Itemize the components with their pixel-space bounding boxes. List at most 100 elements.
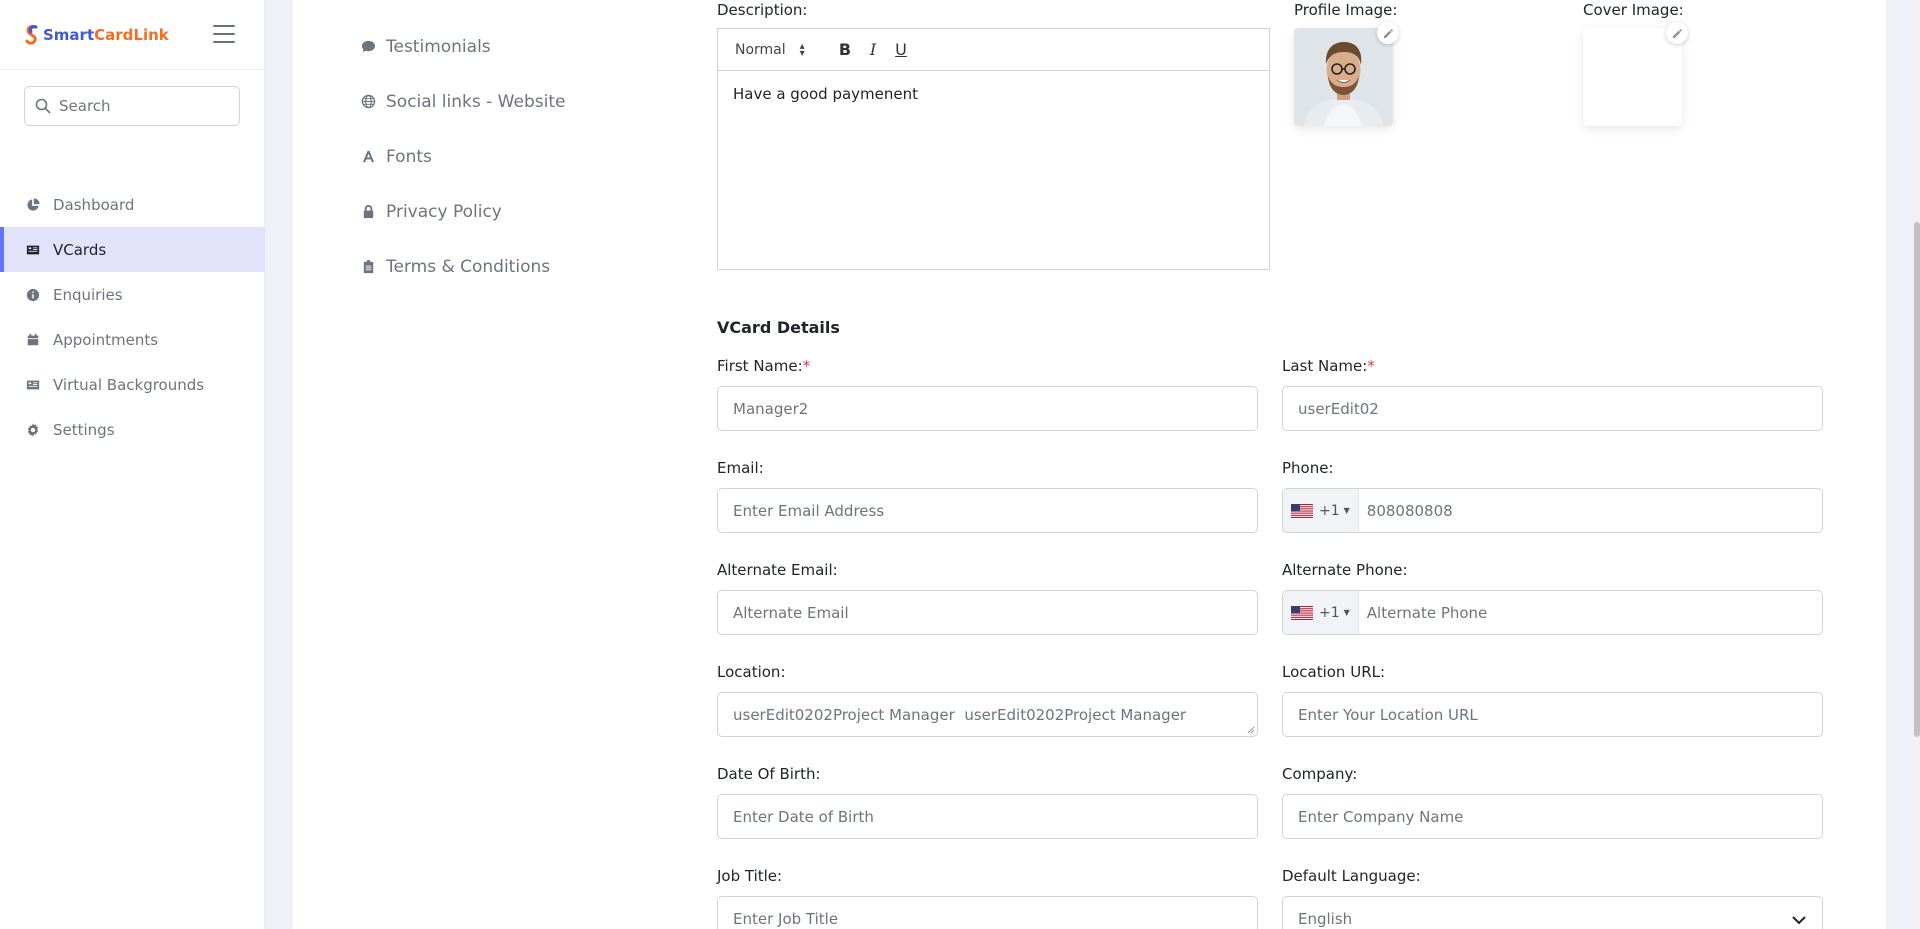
bold-button[interactable]: B bbox=[831, 40, 859, 59]
sidebar-item-enquiries[interactable]: Enquiries bbox=[0, 272, 265, 317]
required-marker: * bbox=[802, 357, 811, 375]
sidebar-item-label: Appointments bbox=[53, 330, 159, 349]
tab-label: Social links - Website bbox=[386, 91, 566, 112]
editor-toolbar: Normal ▴ ▾ B I U bbox=[718, 29, 1269, 71]
vcard-tabs: Testimonials Social links - Website Font… bbox=[361, 19, 565, 294]
profile-image[interactable] bbox=[1294, 22, 1399, 126]
location-label: Location: bbox=[717, 663, 786, 681]
tab-privacy-policy[interactable]: Privacy Policy bbox=[361, 184, 565, 239]
phone-input[interactable]: +1 ▼ 808080808 bbox=[1282, 488, 1823, 533]
description-label: Description: bbox=[717, 1, 808, 19]
app-logo[interactable]: Smart Card Link bbox=[24, 24, 169, 46]
tab-fonts[interactable]: Fonts bbox=[361, 129, 565, 184]
info-icon bbox=[25, 287, 41, 303]
country-code-select[interactable]: +1 ▼ bbox=[1283, 591, 1359, 634]
search-placeholder: Search bbox=[59, 97, 111, 115]
clipboard-icon bbox=[361, 259, 377, 274]
pencil-icon bbox=[1383, 28, 1393, 38]
lock-icon bbox=[361, 204, 377, 219]
edit-cover-image-button[interactable] bbox=[1666, 22, 1688, 44]
section-title: VCard Details bbox=[717, 318, 840, 337]
tab-label: Terms & Conditions bbox=[386, 256, 551, 277]
us-flag-icon bbox=[1291, 503, 1313, 518]
pie-chart-icon bbox=[25, 197, 41, 213]
caret-down-icon: ▼ bbox=[1343, 506, 1350, 515]
email-input[interactable]: Enter Email Address bbox=[717, 488, 1258, 533]
sidebar-item-dashboard[interactable]: Dashboard bbox=[0, 182, 265, 227]
resize-handle-icon[interactable] bbox=[1247, 726, 1255, 734]
id-card-icon bbox=[25, 377, 41, 393]
default-language-label: Default Language: bbox=[1282, 867, 1421, 885]
page-scrollbar[interactable] bbox=[1914, 0, 1920, 929]
location-textarea[interactable]: userEdit0202Project Manager userEdit0202… bbox=[717, 692, 1258, 737]
tab-label: Privacy Policy bbox=[386, 201, 502, 222]
alternate-phone-label: Alternate Phone: bbox=[1282, 561, 1408, 579]
font-icon bbox=[361, 149, 377, 164]
sidebar-nav: Dashboard VCards Enquiries Appointments … bbox=[0, 182, 265, 452]
tab-terms-conditions[interactable]: Terms & Conditions bbox=[361, 239, 565, 294]
sidebar-item-settings[interactable]: Settings bbox=[0, 407, 265, 452]
phone-label: Phone: bbox=[1282, 459, 1334, 477]
job-title-input[interactable]: Enter Job Title bbox=[717, 896, 1258, 929]
date-of-birth-input[interactable]: Enter Date of Birth bbox=[717, 794, 1258, 839]
alternate-phone-input[interactable]: +1 ▼ Alternate Phone bbox=[1282, 590, 1823, 635]
menu-toggle-icon[interactable] bbox=[213, 25, 235, 43]
us-flag-icon bbox=[1291, 605, 1313, 620]
search-input[interactable]: Search bbox=[24, 86, 240, 126]
first-name-input[interactable]: Manager2 bbox=[717, 386, 1258, 431]
pencil-icon bbox=[1672, 28, 1682, 38]
company-label: Company: bbox=[1282, 765, 1358, 783]
cover-image-label: Cover Image: bbox=[1583, 1, 1684, 19]
required-marker: * bbox=[1367, 357, 1375, 375]
sidebar-item-vcards[interactable]: VCards bbox=[0, 227, 265, 272]
default-language-select[interactable]: English bbox=[1282, 896, 1823, 929]
sidebar-item-appointments[interactable]: Appointments bbox=[0, 317, 265, 362]
country-code-select[interactable]: +1 ▼ bbox=[1283, 489, 1359, 532]
country-code: +1 bbox=[1319, 502, 1340, 519]
globe-icon bbox=[361, 94, 377, 109]
font-size-value: Normal bbox=[735, 41, 786, 58]
job-title-label: Job Title: bbox=[717, 867, 783, 885]
chevron-down-icon bbox=[1792, 916, 1806, 925]
underline-button[interactable]: U bbox=[887, 40, 915, 59]
caret-down-icon: ▼ bbox=[1343, 608, 1350, 617]
select-arrows-icon: ▴ ▾ bbox=[799, 40, 805, 59]
cover-image[interactable] bbox=[1583, 22, 1688, 126]
profile-photo-avatar bbox=[1294, 28, 1393, 126]
sidebar-item-label: VCards bbox=[53, 240, 107, 259]
italic-button[interactable]: I bbox=[859, 40, 887, 59]
editor-content[interactable]: Have a good paymenent bbox=[718, 71, 1269, 117]
location-url-input[interactable]: Enter Your Location URL bbox=[1282, 692, 1823, 737]
id-card-icon bbox=[25, 242, 41, 258]
sidebar-item-label: Virtual Backgrounds bbox=[53, 375, 205, 394]
scrollbar-thumb[interactable] bbox=[1914, 222, 1920, 737]
first-name-label: First Name:* bbox=[717, 357, 811, 375]
email-label: Email: bbox=[717, 459, 764, 477]
sidebar-item-virtual-backgrounds[interactable]: Virtual Backgrounds bbox=[0, 362, 265, 407]
sidebar-item-label: Enquiries bbox=[53, 285, 123, 304]
company-input[interactable]: Enter Company Name bbox=[1282, 794, 1823, 839]
edit-profile-image-button[interactable] bbox=[1377, 22, 1399, 44]
alternate-email-label: Alternate Email: bbox=[717, 561, 838, 579]
profile-image-label: Profile Image: bbox=[1294, 1, 1398, 19]
brand-smart: Smart bbox=[43, 25, 95, 44]
comment-icon bbox=[361, 39, 377, 54]
alternate-email-input[interactable]: Alternate Email bbox=[717, 590, 1258, 635]
last-name-input[interactable]: userEdit02 bbox=[1282, 386, 1823, 431]
tab-testimonials[interactable]: Testimonials bbox=[361, 19, 565, 74]
last-name-label: Last Name:* bbox=[1282, 357, 1375, 375]
main-panel: Testimonials Social links - Website Font… bbox=[293, 0, 1886, 929]
gear-icon bbox=[25, 422, 41, 438]
description-editor[interactable]: Normal ▴ ▾ B I U Have a good paymenent bbox=[717, 28, 1270, 270]
sidebar: Smart Card Link Search Dashboard VCards En… bbox=[0, 0, 265, 929]
location-url-label: Location URL: bbox=[1282, 663, 1386, 681]
date-of-birth-label: Date Of Birth: bbox=[717, 765, 821, 783]
font-size-select[interactable]: Normal ▴ ▾ bbox=[735, 40, 831, 59]
tab-label: Fonts bbox=[386, 146, 432, 167]
brand-card: Card bbox=[94, 25, 134, 44]
tab-social-links-website[interactable]: Social links - Website bbox=[361, 74, 565, 129]
logo-mark-icon bbox=[24, 24, 40, 46]
calendar-icon bbox=[25, 332, 41, 348]
sidebar-item-label: Dashboard bbox=[53, 195, 135, 214]
brand-link: Link bbox=[133, 25, 169, 44]
